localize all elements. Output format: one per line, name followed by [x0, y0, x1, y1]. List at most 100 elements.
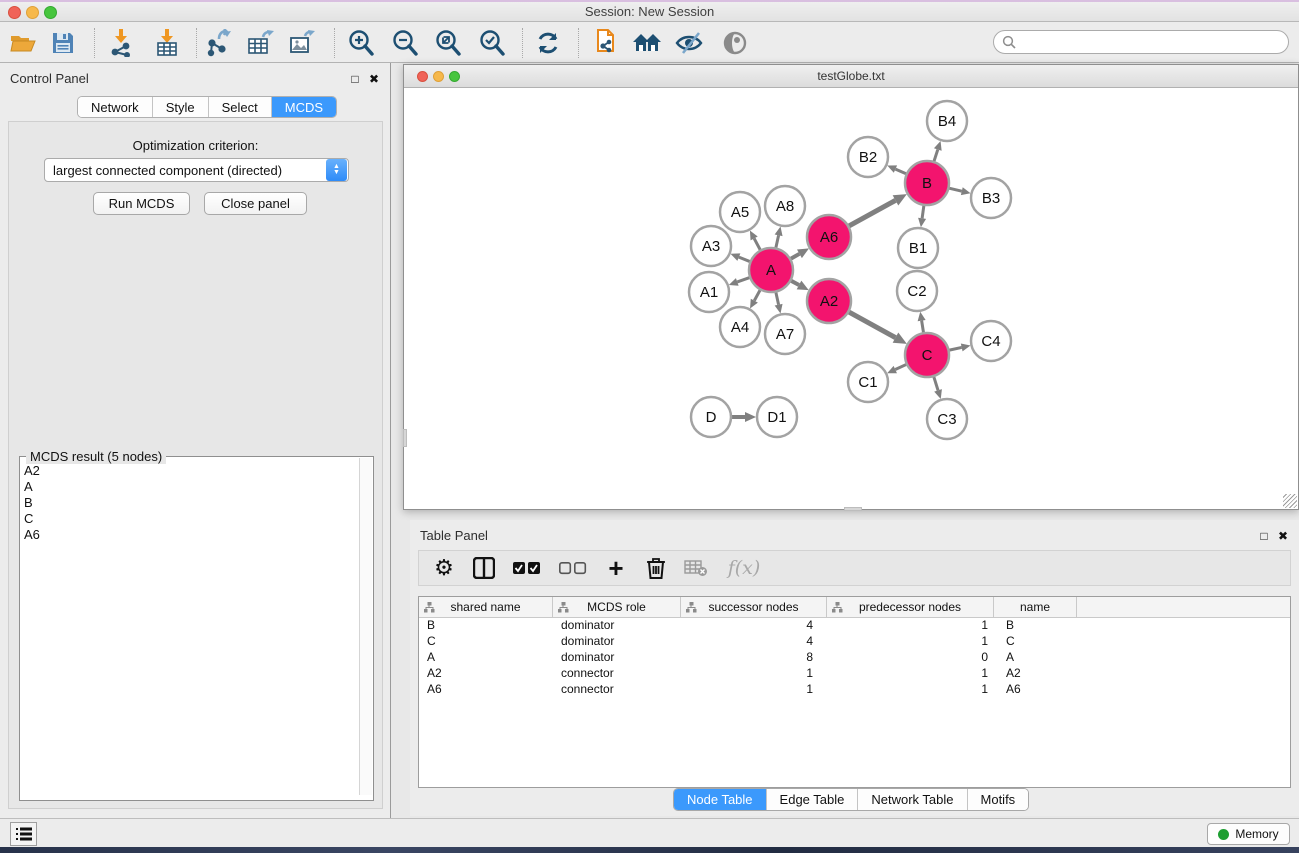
table-header-row: shared name MCDS role successor nodesprede…	[419, 597, 1290, 618]
column-header-shared-name[interactable]: shared name	[419, 597, 553, 617]
column-header-name[interactable]: name	[994, 597, 1077, 617]
cell: 1	[827, 618, 994, 634]
task-history-button[interactable]	[10, 822, 37, 846]
mcds-result-list[interactable]: A2ABCA6	[21, 463, 359, 795]
select-all-columns-icon[interactable]	[511, 555, 543, 581]
node-label-C4: C4	[981, 333, 1000, 350]
optimization-criterion-value: largest connected component (directed)	[45, 163, 326, 178]
node-label-D: D	[706, 409, 717, 426]
cell: B	[419, 618, 553, 634]
cell: connector	[553, 682, 681, 698]
result-item[interactable]: B	[24, 495, 359, 511]
open-session-icon[interactable]	[6, 28, 40, 58]
network-from-clipboard-icon[interactable]	[588, 28, 622, 58]
delete-table-icon[interactable]	[683, 555, 709, 581]
home-icon[interactable]	[630, 28, 664, 58]
node-label-C1: C1	[858, 374, 877, 391]
column-type-icon	[832, 602, 843, 616]
table-row[interactable]: A2connector11A2	[419, 666, 1290, 682]
result-scrollbar[interactable]	[359, 458, 372, 795]
tab-network[interactable]: Network	[78, 97, 153, 117]
cell: C	[994, 634, 1077, 650]
table-row[interactable]: Adominator80A	[419, 650, 1290, 666]
arrowhead-icon	[918, 312, 926, 322]
vertical-scroll-thumb[interactable]	[403, 429, 407, 447]
cell: 4	[681, 634, 827, 650]
table-row[interactable]: Cdominator41C	[419, 634, 1290, 650]
import-table-icon[interactable]	[150, 28, 184, 58]
split-view-icon[interactable]	[471, 555, 497, 581]
cell: 0	[827, 650, 994, 666]
table-row[interactable]: A6connector11A6	[419, 682, 1290, 698]
horizontal-scroll-thumb[interactable]	[844, 507, 862, 511]
import-network-icon[interactable]	[104, 28, 138, 58]
run-mcds-button[interactable]: Run MCDS	[93, 192, 190, 215]
optimization-criterion-select[interactable]: largest connected component (directed) ▲…	[44, 158, 349, 182]
result-item[interactable]: A2	[24, 463, 359, 479]
cell: 8	[681, 650, 827, 666]
tab-edge-table[interactable]: Edge Table	[767, 789, 859, 810]
close-panel-button[interactable]: Close panel	[204, 192, 307, 215]
arrowhead-icon	[775, 304, 783, 314]
arrowhead-icon	[934, 389, 942, 399]
close-table-panel-icon[interactable]: ✖	[1276, 529, 1290, 543]
result-item[interactable]: A	[24, 479, 359, 495]
zoom-out-icon[interactable]	[388, 28, 422, 58]
close-panel-icon[interactable]: ✖	[367, 72, 381, 86]
table-panel: Table Panel □ ✖ ⚙ + f(x) shared name MCDS…	[410, 520, 1299, 816]
float-table-panel-icon[interactable]: □	[1257, 529, 1271, 543]
table-row[interactable]: Bdominator41B	[419, 618, 1290, 634]
cell: dominator	[553, 650, 681, 666]
settings-icon[interactable]: ⚙	[431, 555, 457, 581]
list-icon	[16, 827, 32, 841]
result-item[interactable]: A6	[24, 527, 359, 543]
delete-columns-icon[interactable]	[643, 555, 669, 581]
result-item[interactable]: C	[24, 511, 359, 527]
zoom-selected-icon[interactable]	[475, 28, 509, 58]
resize-grip-icon[interactable]	[1283, 494, 1297, 508]
add-column-icon[interactable]: +	[603, 555, 629, 581]
table-panel-title: Table Panel	[420, 528, 488, 543]
edge-A2-C[interactable]	[847, 311, 896, 338]
network-window-title: testGlobe.txt	[404, 69, 1298, 83]
node-label-A1: A1	[700, 284, 718, 301]
arrowhead-icon	[775, 227, 783, 237]
cell: A6	[419, 682, 553, 698]
cell: 1	[681, 666, 827, 682]
float-panel-icon[interactable]: □	[348, 72, 362, 86]
column-type-icon	[686, 602, 697, 616]
search-input[interactable]	[993, 30, 1289, 54]
column-label: MCDS role	[587, 600, 646, 614]
cell: 1	[827, 634, 994, 650]
network-window-titlebar: testGlobe.txt	[404, 65, 1298, 88]
deselect-all-columns-icon[interactable]	[557, 555, 589, 581]
column-header-predecessor-nodes[interactable]: predecessor nodes	[827, 597, 994, 617]
tab-mcds[interactable]: MCDS	[272, 97, 336, 117]
save-session-icon[interactable]	[46, 28, 80, 58]
tab-node-table[interactable]: Node Table	[674, 789, 767, 810]
tab-style[interactable]: Style	[153, 97, 209, 117]
column-header-MCDS-role[interactable]: MCDS role	[553, 597, 681, 617]
zoom-fit-icon[interactable]	[431, 28, 465, 58]
show-graphics-details-icon[interactable]	[718, 28, 752, 58]
arrowhead-icon	[745, 412, 756, 422]
zoom-in-icon[interactable]	[344, 28, 378, 58]
column-label: name	[1020, 600, 1050, 614]
export-table-icon[interactable]	[244, 28, 278, 58]
main-toolbar	[0, 22, 1299, 63]
export-network-icon[interactable]	[202, 28, 236, 58]
node-label-B: B	[922, 175, 932, 192]
function-builder-icon[interactable]: f(x)	[723, 555, 765, 581]
refresh-icon[interactable]	[531, 28, 565, 58]
node-table[interactable]: shared name MCDS role successor nodesprede…	[418, 596, 1291, 788]
tab-select[interactable]: Select	[209, 97, 272, 117]
hide-graphics-details-icon[interactable]	[673, 28, 707, 58]
tab-network-table[interactable]: Network Table	[858, 789, 967, 810]
tab-motifs[interactable]: Motifs	[968, 789, 1029, 810]
export-image-icon[interactable]	[286, 28, 320, 58]
column-header-successor-nodes[interactable]: successor nodes	[681, 597, 827, 617]
memory-button[interactable]: Memory	[1207, 823, 1290, 845]
edge-A6-B[interactable]	[847, 200, 896, 227]
network-view-window: testGlobe.txt B4B2BB3A5A8A6A3B1AA1C2A2A4…	[403, 64, 1299, 510]
network-canvas[interactable]: B4B2BB3A5A8A6A3B1AA1C2A2A4A7CC4C1C3DD1	[405, 88, 1297, 509]
